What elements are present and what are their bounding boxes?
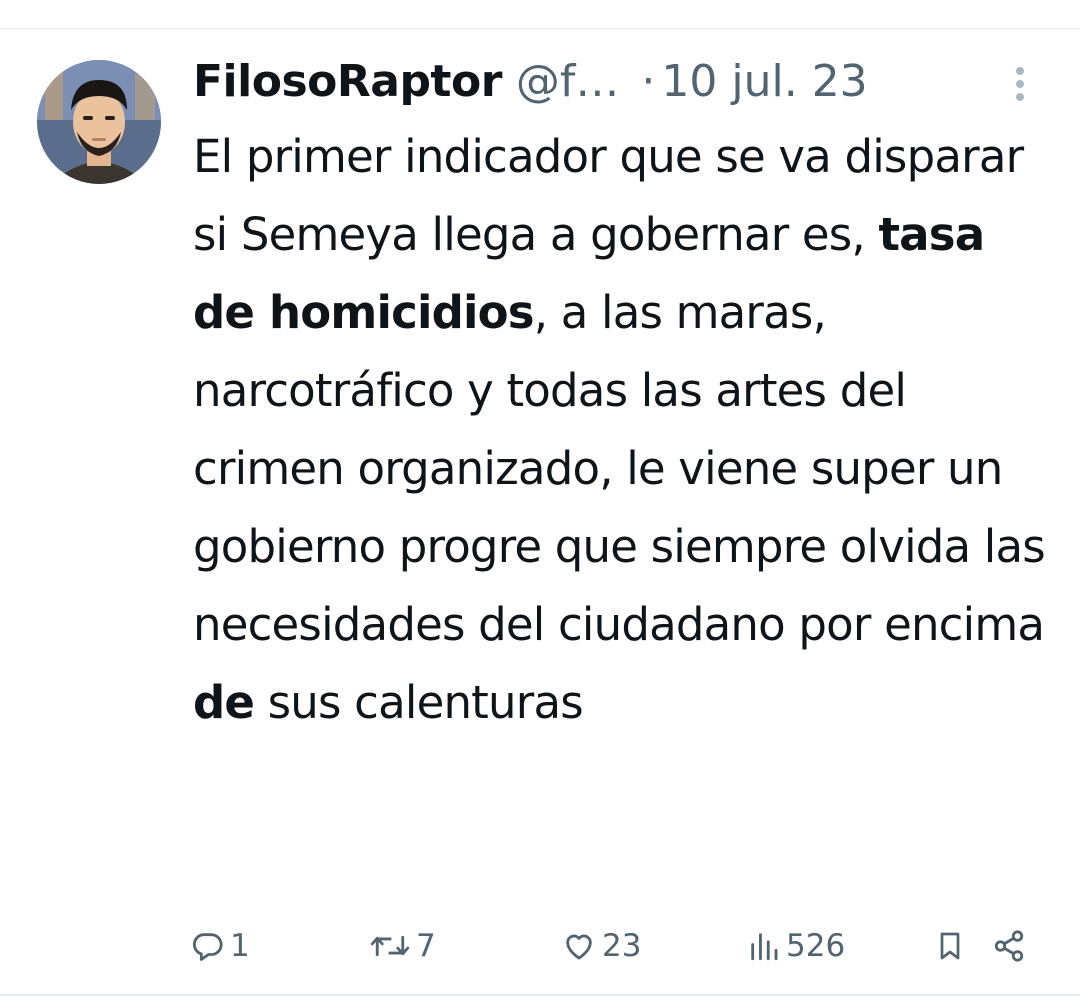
tweet-text-bold-2: de xyxy=(193,676,255,729)
like-button[interactable]: 23 xyxy=(562,918,641,974)
views-count: 526 xyxy=(786,928,846,964)
tweet-text-part-3: sus calenturas xyxy=(254,676,584,729)
heart-icon xyxy=(566,934,592,960)
tweet-actions-bar: 1 7 23 526 xyxy=(0,918,1080,974)
retweet-icon xyxy=(370,936,410,956)
reply-button[interactable]: 1 xyxy=(190,918,250,974)
author-avatar[interactable] xyxy=(37,60,161,184)
bookmark-icon xyxy=(940,932,960,960)
user-avatar-illustration-icon xyxy=(37,60,161,184)
reply-icon xyxy=(192,933,223,961)
top-divider xyxy=(0,28,1080,29)
author-handle[interactable]: @f… xyxy=(516,56,620,107)
views-icon xyxy=(751,933,778,961)
more-options-button[interactable] xyxy=(1000,62,1040,106)
bookmark-button[interactable] xyxy=(934,918,966,974)
tweet-header: FilosoRaptor @f… · 10 jul. 23 xyxy=(193,50,1053,112)
views-button[interactable]: 526 xyxy=(748,918,845,974)
tweet-text: El primer indicador que se va disparar s… xyxy=(193,118,1053,742)
author-display-name[interactable]: FilosoRaptor xyxy=(193,56,502,107)
like-count: 23 xyxy=(602,928,642,964)
tweet-text-part-2: , a las maras, narcotráfico y todas las … xyxy=(193,286,1046,651)
bottom-divider xyxy=(0,994,1080,996)
more-vertical-icon xyxy=(1016,67,1024,101)
header-separator: · xyxy=(641,55,656,107)
retweet-button[interactable]: 7 xyxy=(370,918,436,974)
tweet-date[interactable]: 10 jul. 23 xyxy=(661,56,867,107)
reply-count: 1 xyxy=(230,928,250,964)
share-icon xyxy=(994,930,1024,962)
share-button[interactable] xyxy=(992,918,1026,974)
retweet-count: 7 xyxy=(416,928,436,964)
